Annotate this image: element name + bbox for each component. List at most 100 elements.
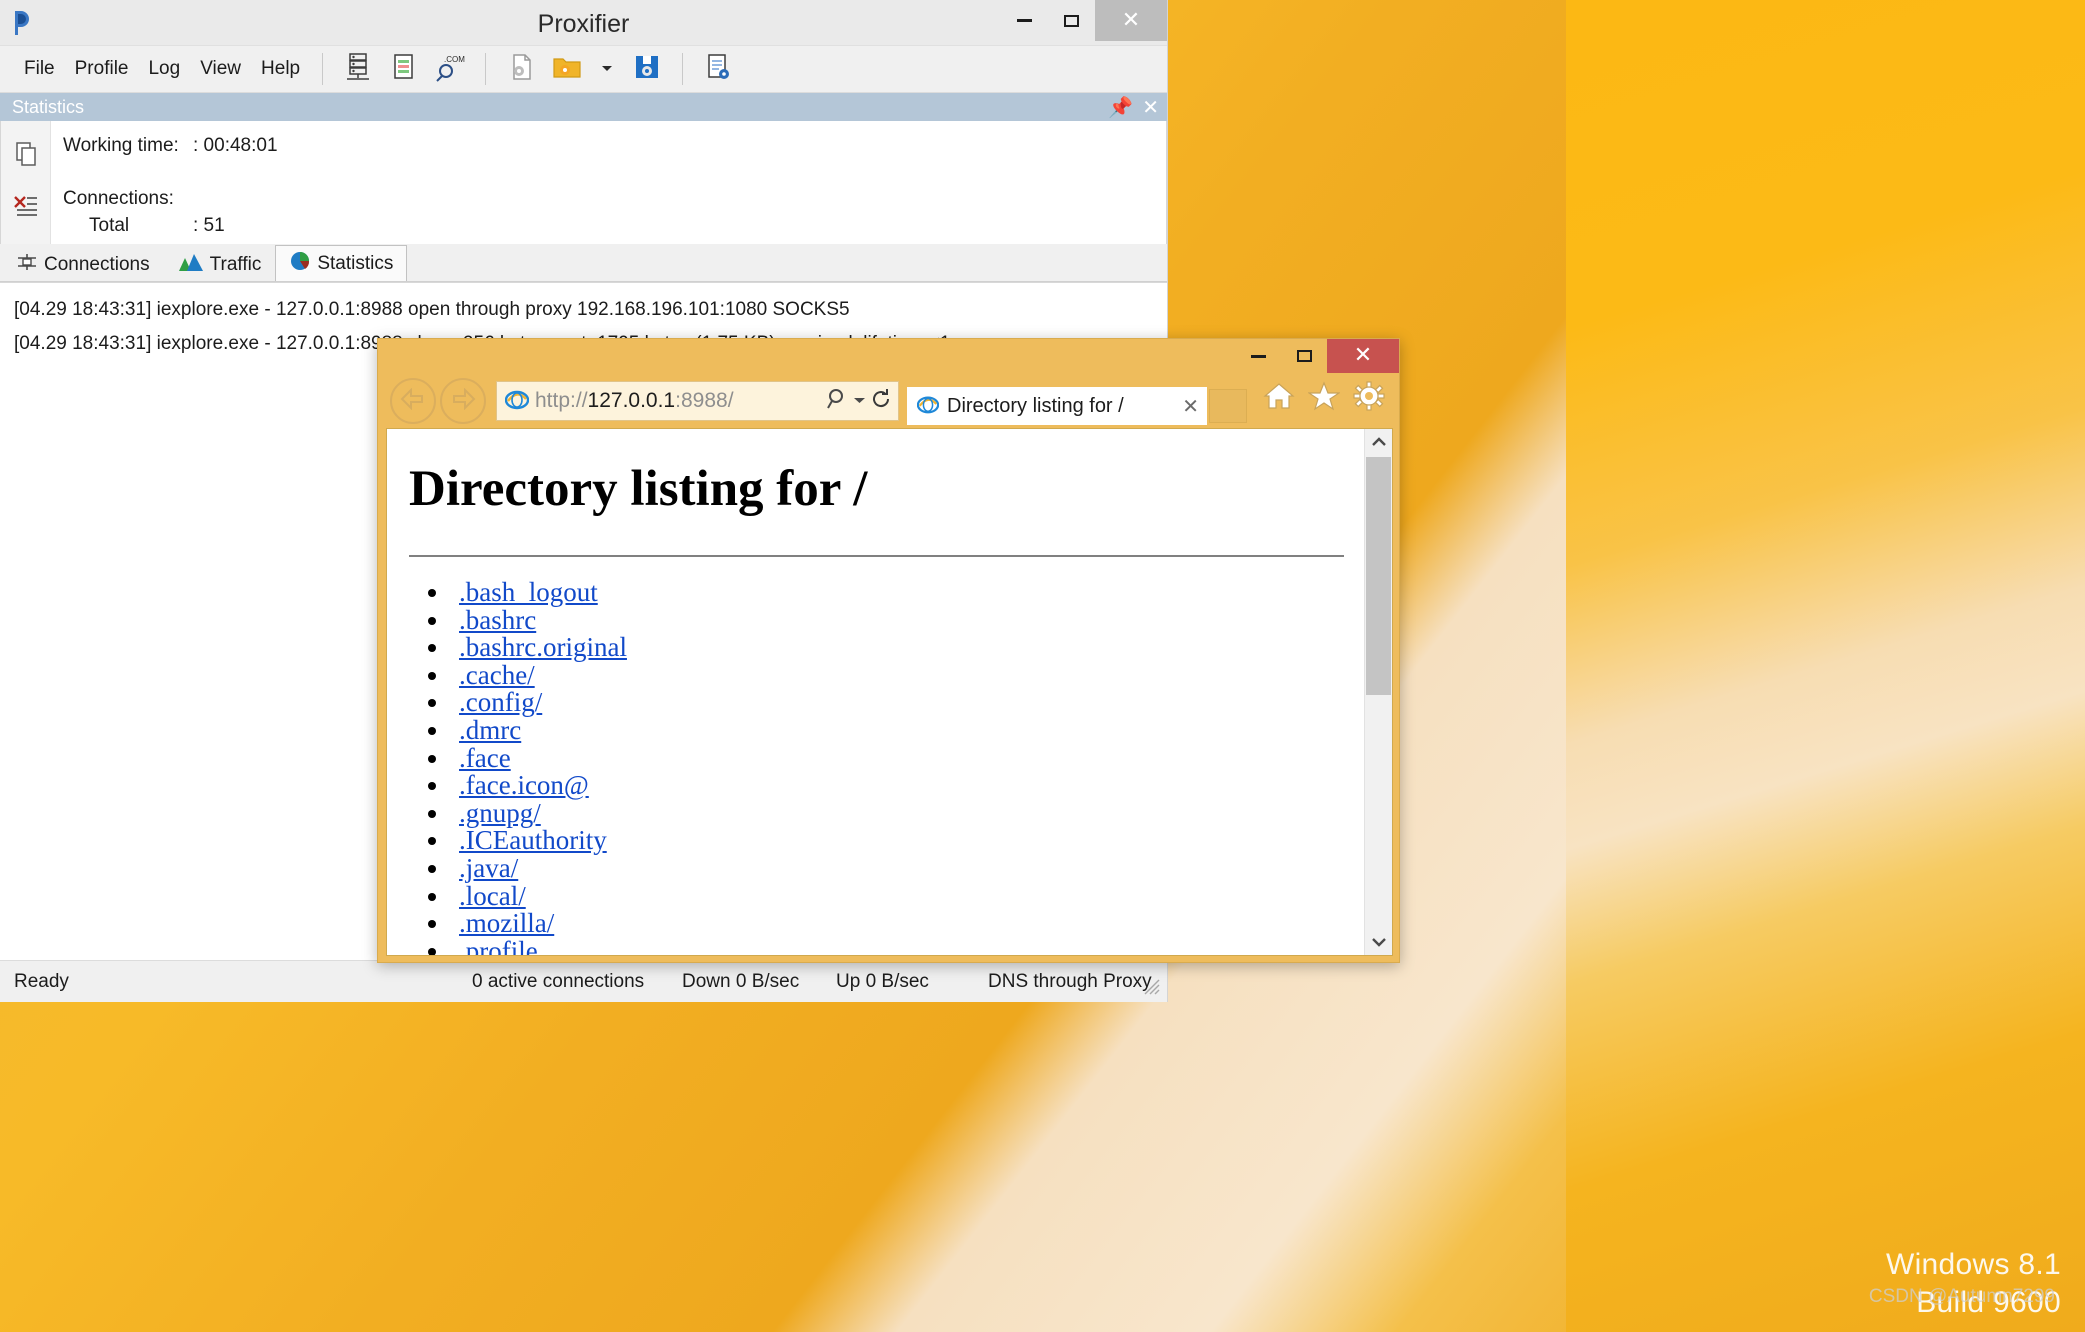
stat-row-total: Total : 51 <box>63 212 1166 239</box>
internet-explorer-window: ✕ http://127.0.0.1:8988/ Directory listi… <box>377 338 1400 963</box>
menu-item-view[interactable]: View <box>190 54 251 84</box>
clear-list-button[interactable] <box>1 189 50 243</box>
proxy-servers-icon <box>344 52 372 87</box>
directory-link[interactable]: .bashrc.original <box>459 632 627 662</box>
statistics-panel-title: Statistics <box>12 96 85 117</box>
browser-navbar: http://127.0.0.1:8988/ Directory listing… <box>378 373 1399 429</box>
maximize-icon <box>1296 350 1312 362</box>
menu-item-log[interactable]: Log <box>138 54 190 84</box>
tab-label: Connections <box>44 253 150 275</box>
proxifier-tabstrip: Connections Traffic Statistics <box>0 244 1167 282</box>
directory-link[interactable]: .dmrc <box>459 715 521 745</box>
menu-item-profile[interactable]: Profile <box>65 54 139 84</box>
directory-link[interactable]: .gnupg/ <box>459 798 541 828</box>
open-profile-dropdown-button[interactable] <box>594 50 620 88</box>
close-button[interactable]: ✕ <box>1327 339 1399 373</box>
forward-button[interactable] <box>440 378 486 424</box>
directory-link[interactable]: .cache/ <box>459 660 535 690</box>
maximize-button[interactable] <box>1048 0 1095 41</box>
directory-link[interactable]: .mozilla/ <box>459 908 554 938</box>
minimize-button[interactable] <box>1235 339 1281 373</box>
name-resolution-button[interactable]: .COM <box>431 50 469 88</box>
browser-tool-icons <box>1263 381 1385 416</box>
directory-link[interactable]: .java/ <box>459 853 518 883</box>
tab-traffic[interactable]: Traffic <box>164 247 276 281</box>
tab-connections[interactable]: Connections <box>2 247 164 281</box>
address-bar[interactable]: http://127.0.0.1:8988/ <box>496 381 899 421</box>
new-tab-button[interactable] <box>1209 389 1247 423</box>
back-button[interactable] <box>390 378 436 424</box>
tab-statistics[interactable]: Statistics <box>275 245 408 281</box>
address-bar-url: http://127.0.0.1:8988/ <box>529 389 827 413</box>
directory-link[interactable]: .bash_logout <box>459 577 598 607</box>
watermark-line-1: Windows 8.1 <box>1885 1248 2061 1281</box>
statistics-gutter <box>1 121 51 247</box>
save-profile-button[interactable] <box>628 50 666 88</box>
copy-pages-button[interactable] <box>1 135 50 189</box>
traffic-chart-icon <box>178 252 204 278</box>
statistics-panel-body: Working time: : 00:48:01 Connections: To… <box>0 121 1167 248</box>
home-icon[interactable] <box>1263 381 1295 416</box>
directory-link[interactable]: .config/ <box>459 687 542 717</box>
minimize-button[interactable] <box>1001 0 1048 41</box>
proxification-rules-button[interactable] <box>385 50 423 88</box>
minimize-icon <box>1250 354 1266 358</box>
vertical-scrollbar[interactable] <box>1364 429 1392 955</box>
close-button[interactable]: ✕ <box>1095 0 1167 41</box>
proxifier-window-controls: ✕ <box>1001 0 1167 41</box>
ie-logo-icon <box>916 393 940 420</box>
directory-link[interactable]: .ICEauthority <box>459 825 607 855</box>
favorites-star-icon[interactable] <box>1307 381 1341 416</box>
directory-link[interactable]: .face <box>459 743 511 773</box>
name-resolution-icon: .COM <box>434 51 466 88</box>
proxification-rules-icon <box>391 52 417 87</box>
directory-link[interactable]: .local/ <box>459 881 526 911</box>
directory-link[interactable]: .bashrc <box>459 605 536 635</box>
proxifier-menubar: File Profile Log View Help .COM <box>0 45 1167 93</box>
menu-item-file[interactable]: File <box>14 54 65 84</box>
csdn-credit: CSDN @Autumn7299 <box>1868 1286 2055 1307</box>
proxy-servers-button[interactable] <box>339 50 377 88</box>
web-page-content: Directory listing for / .bash_logout .ba… <box>387 429 1364 955</box>
new-profile-button[interactable] <box>502 50 540 88</box>
list-item: .profile <box>451 936 1364 955</box>
pin-icon[interactable]: 📌 <box>1108 97 1133 117</box>
list-item: .bashrc <box>451 605 1364 635</box>
resize-grip-icon[interactable] <box>1141 976 1161 996</box>
browser-tab-title: Directory listing for / <box>947 394 1124 417</box>
url-scheme: http:// <box>535 389 588 412</box>
stat-label: Total <box>89 215 130 236</box>
directory-listing: .bash_logout .bashrc .bashrc.original .c… <box>451 577 1364 955</box>
refresh-icon[interactable] <box>870 388 892 415</box>
log-settings-button[interactable] <box>699 50 737 88</box>
open-profile-button[interactable] <box>548 50 586 88</box>
chevron-down-icon <box>600 60 614 78</box>
directory-link[interactable]: .face.icon@ <box>459 770 589 800</box>
menu-item-help[interactable]: Help <box>251 54 310 84</box>
list-item: .ICEauthority <box>451 827 1364 855</box>
statistics-panel-tools: 📌 ✕ <box>1108 93 1159 121</box>
ie-logo-icon <box>504 387 530 416</box>
stat-value: : 00:48:01 <box>193 135 278 156</box>
settings-gear-icon[interactable] <box>1353 381 1385 416</box>
search-icon[interactable] <box>827 388 849 415</box>
maximize-button[interactable] <box>1281 339 1327 373</box>
scrollbar-thumb[interactable] <box>1366 457 1391 695</box>
close-icon[interactable]: ✕ <box>1182 396 1199 416</box>
close-icon[interactable]: ✕ <box>1142 97 1159 117</box>
maximize-icon <box>1064 14 1079 27</box>
status-upload-rate: Up 0 B/sec <box>836 970 929 992</box>
list-item: .local/ <box>451 881 1364 911</box>
scroll-up-button[interactable] <box>1365 429 1392 455</box>
copy-pages-icon <box>14 141 38 172</box>
new-profile-icon <box>507 52 535 87</box>
proxifier-statusbar: Ready 0 active connections Down 0 B/sec … <box>0 960 1167 1002</box>
directory-link[interactable]: .profile <box>459 936 538 955</box>
chevron-down-icon[interactable] <box>853 392 866 410</box>
list-item: .mozilla/ <box>451 908 1364 938</box>
browser-tab[interactable]: Directory listing for / ✕ <box>907 387 1207 425</box>
desktop-background: Windows 8.1 Build 9600 CSDN @Autumn7299 … <box>0 0 2085 1332</box>
back-arrow-icon <box>400 387 426 415</box>
scroll-down-button[interactable] <box>1365 929 1392 955</box>
stat-row-working-time: Working time: : 00:48:01 <box>63 132 1166 159</box>
